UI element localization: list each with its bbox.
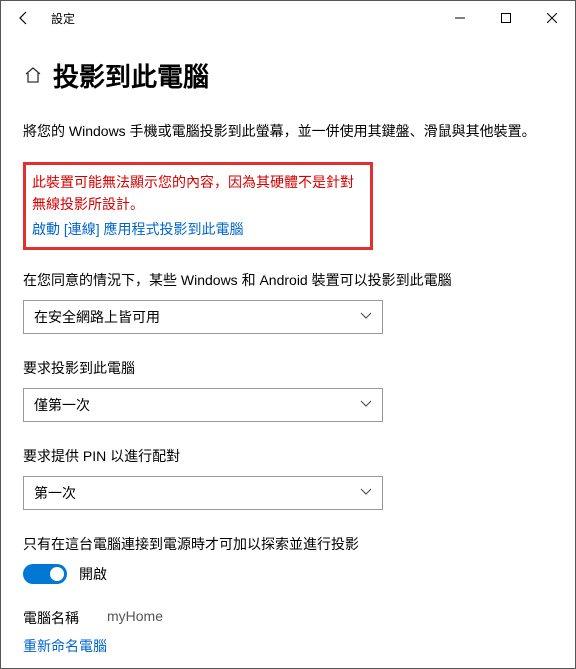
page-header: 投影到此電腦 (23, 57, 553, 94)
maximize-button[interactable] (483, 1, 529, 35)
setting-label: 只有在這台電腦連接到電源時才可加以探索並進行投影 (23, 534, 553, 554)
warning-text: 此裝置可能無法顯示您的內容，因為其硬體不是針對無線投影所設計。 (32, 171, 364, 215)
description-text: 將您的 Windows 手機或電腦投影到此螢幕，並一併使用其鍵盤、滑鼠與其他裝置… (23, 120, 553, 142)
chevron-down-icon (360, 488, 372, 499)
pc-name-value: myHome (107, 608, 163, 628)
dropdown-value: 在安全網路上皆可用 (34, 307, 160, 327)
pc-name-label: 電腦名稱 (23, 608, 79, 628)
minimize-button[interactable] (437, 1, 483, 35)
chevron-down-icon (360, 400, 372, 411)
window-buttons (437, 1, 575, 35)
setting-ask-to-project: 要求投影到此電腦 僅第一次 (23, 358, 553, 422)
ask-to-project-dropdown[interactable]: 僅第一次 (23, 388, 383, 422)
chevron-down-icon (360, 312, 372, 323)
pc-name-row: 電腦名稱 myHome (23, 608, 553, 628)
setting-require-pin: 要求提供 PIN 以進行配對 第一次 (23, 446, 553, 510)
setting-label: 在您同意的情況下，某些 Windows 和 Android 裝置可以投影到此電腦 (23, 270, 553, 290)
require-pin-dropdown[interactable]: 第一次 (23, 476, 383, 510)
setting-label: 要求提供 PIN 以進行配對 (23, 446, 553, 466)
close-button[interactable] (529, 1, 575, 35)
toggle-state: 開啟 (79, 564, 107, 584)
titlebar: 設定 (1, 1, 575, 35)
back-button[interactable] (7, 1, 41, 35)
projection-permission-dropdown[interactable]: 在安全網路上皆可用 (23, 300, 383, 334)
setting-projection-permission: 在您同意的情況下，某些 Windows 和 Android 裝置可以投影到此電腦… (23, 270, 553, 334)
launch-connect-link[interactable]: 啟動 [連線] 應用程式投影到此電腦 (32, 219, 244, 239)
dropdown-value: 第一次 (34, 483, 76, 503)
home-icon (23, 65, 43, 90)
highlight-box: 此裝置可能無法顯示您的內容，因為其硬體不是針對無線投影所設計。 啟動 [連線] … (23, 162, 373, 250)
window-title: 設定 (51, 10, 437, 27)
page-title: 投影到此電腦 (53, 57, 209, 94)
rename-pc-link[interactable]: 重新命名電腦 (23, 636, 107, 656)
dropdown-value: 僅第一次 (34, 395, 90, 415)
setting-power-only: 只有在這台電腦連接到電源時才可加以探索並進行投影 開啟 (23, 534, 553, 584)
power-only-toggle[interactable] (23, 564, 67, 584)
setting-label: 要求投影到此電腦 (23, 358, 553, 378)
content: 投影到此電腦 將您的 Windows 手機或電腦投影到此螢幕，並一併使用其鍵盤、… (1, 35, 575, 656)
